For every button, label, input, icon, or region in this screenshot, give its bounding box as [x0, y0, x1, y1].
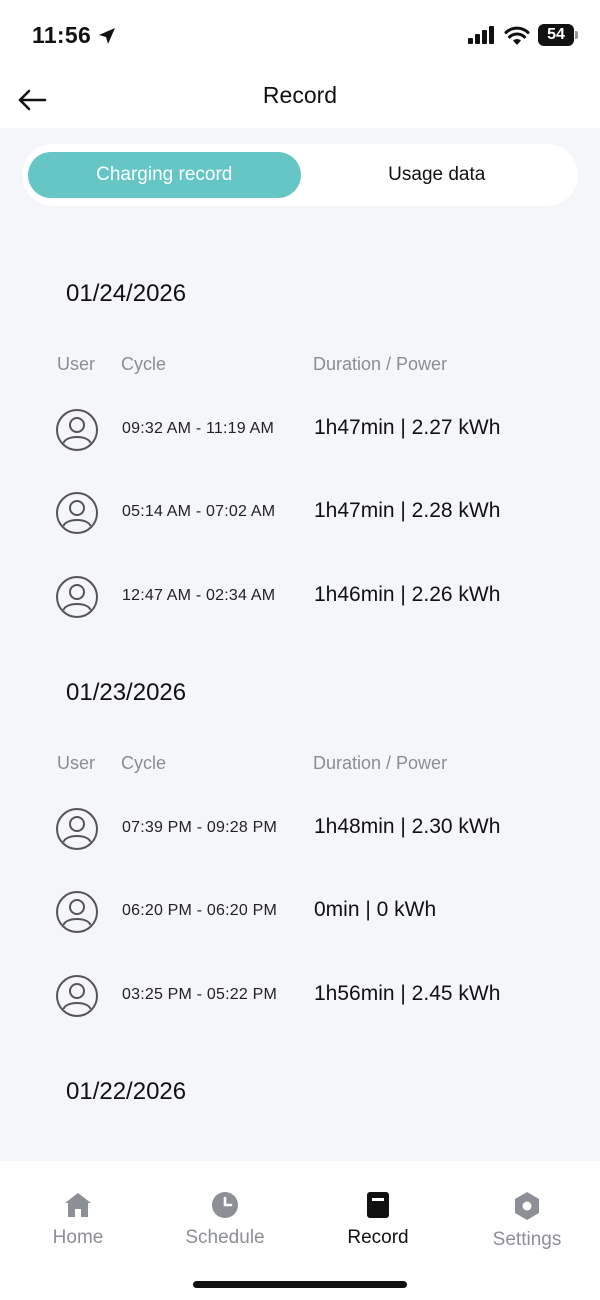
column-header-cycle: Cycle — [121, 753, 167, 773]
tab-charging-record[interactable]: Charging record — [28, 152, 301, 198]
record-cycle: 12:47 AM - 02:34 AM — [122, 587, 276, 604]
battery-level: 54 — [547, 26, 565, 43]
user-avatar-icon — [56, 808, 98, 850]
nav-item-home[interactable]: Home — [13, 1191, 143, 1249]
battery-indicator: 54 — [538, 24, 578, 46]
nav-label-record: Record — [347, 1227, 409, 1248]
record-row[interactable]: 05:14 AM - 07:02 AM 1h47min | 2.28 kWh — [0, 491, 600, 551]
record-duration-power: 1h56min | 2.45 kWh — [314, 982, 501, 1005]
status-time: 11:56 — [32, 22, 117, 49]
record-cycle: 07:39 PM - 09:28 PM — [122, 819, 277, 836]
location-arrow-icon — [99, 27, 116, 44]
home-indicator[interactable] — [193, 1281, 407, 1288]
header: Record — [0, 70, 600, 128]
user-avatar-icon — [56, 492, 98, 534]
record-cycle: 03:25 PM - 05:22 PM — [122, 986, 277, 1003]
nav-item-record[interactable]: Record — [313, 1191, 443, 1249]
user-avatar-icon — [56, 576, 98, 618]
record-duration-power: 1h47min | 2.28 kWh — [314, 499, 501, 522]
record-icon — [367, 1192, 389, 1218]
record-tabs: Charging record Usage data — [22, 144, 578, 206]
nav-label-settings: Settings — [492, 1229, 562, 1250]
user-avatar-icon — [56, 409, 98, 451]
wifi-icon — [504, 26, 530, 45]
record-duration-power: 1h46min | 2.26 kWh — [314, 583, 501, 606]
record-row[interactable]: 09:32 AM - 11:19 AM 1h47min | 2.27 kWh — [0, 408, 600, 468]
column-header-user: User — [57, 753, 96, 773]
record-cycle: 09:32 AM - 11:19 AM — [122, 420, 275, 437]
record-duration-power: 1h47min | 2.27 kWh — [314, 416, 501, 439]
record-duration-power: 1h48min | 2.30 kWh — [314, 815, 501, 838]
clock-icon — [212, 1192, 238, 1218]
bottom-nav: Home Schedule Record Settings — [0, 1161, 600, 1300]
column-header-cycle: Cycle — [121, 354, 167, 374]
record-duration-power: 0min | 0 kWh — [314, 898, 437, 921]
home-icon — [65, 1193, 91, 1217]
section-date: 01/22/2026 — [66, 1078, 187, 1105]
nav-label-home: Home — [52, 1227, 104, 1248]
page-title: Record — [262, 82, 338, 108]
record-list[interactable]: 01/24/2026 User Cycle Duration / Power 0… — [0, 206, 600, 1161]
section-date: 01/23/2026 — [66, 679, 187, 706]
nav-item-schedule[interactable]: Schedule — [160, 1191, 290, 1249]
nav-label-schedule: Schedule — [185, 1227, 265, 1248]
record-row[interactable]: 03:25 PM - 05:22 PM 1h56min | 2.45 kWh — [0, 974, 600, 1034]
record-row[interactable]: 12:47 AM - 02:34 AM 1h46min | 2.26 kWh — [0, 575, 600, 635]
record-cycle: 06:20 PM - 06:20 PM — [122, 902, 277, 919]
status-time-text: 11:56 — [32, 22, 92, 48]
settings-hex-icon — [515, 1192, 539, 1220]
nav-item-settings[interactable]: Settings — [462, 1191, 592, 1251]
section-date: 01/24/2026 — [66, 280, 187, 307]
record-row[interactable]: 07:39 PM - 09:28 PM 1h48min | 2.30 kWh — [0, 807, 600, 867]
column-header-duration: Duration / Power — [313, 354, 448, 374]
user-avatar-icon — [56, 891, 98, 933]
record-cycle: 05:14 AM - 07:02 AM — [122, 503, 276, 520]
status-indicators: 54 — [468, 24, 578, 46]
user-avatar-icon — [56, 975, 98, 1017]
status-bar: 11:56 54 — [0, 0, 600, 70]
column-header-duration: Duration / Power — [313, 753, 448, 773]
record-row[interactable]: 06:20 PM - 06:20 PM 0min | 0 kWh — [0, 890, 600, 950]
tab-usage-data[interactable]: Usage data — [301, 152, 574, 198]
signal-icon — [468, 26, 494, 44]
column-header-user: User — [57, 354, 96, 374]
